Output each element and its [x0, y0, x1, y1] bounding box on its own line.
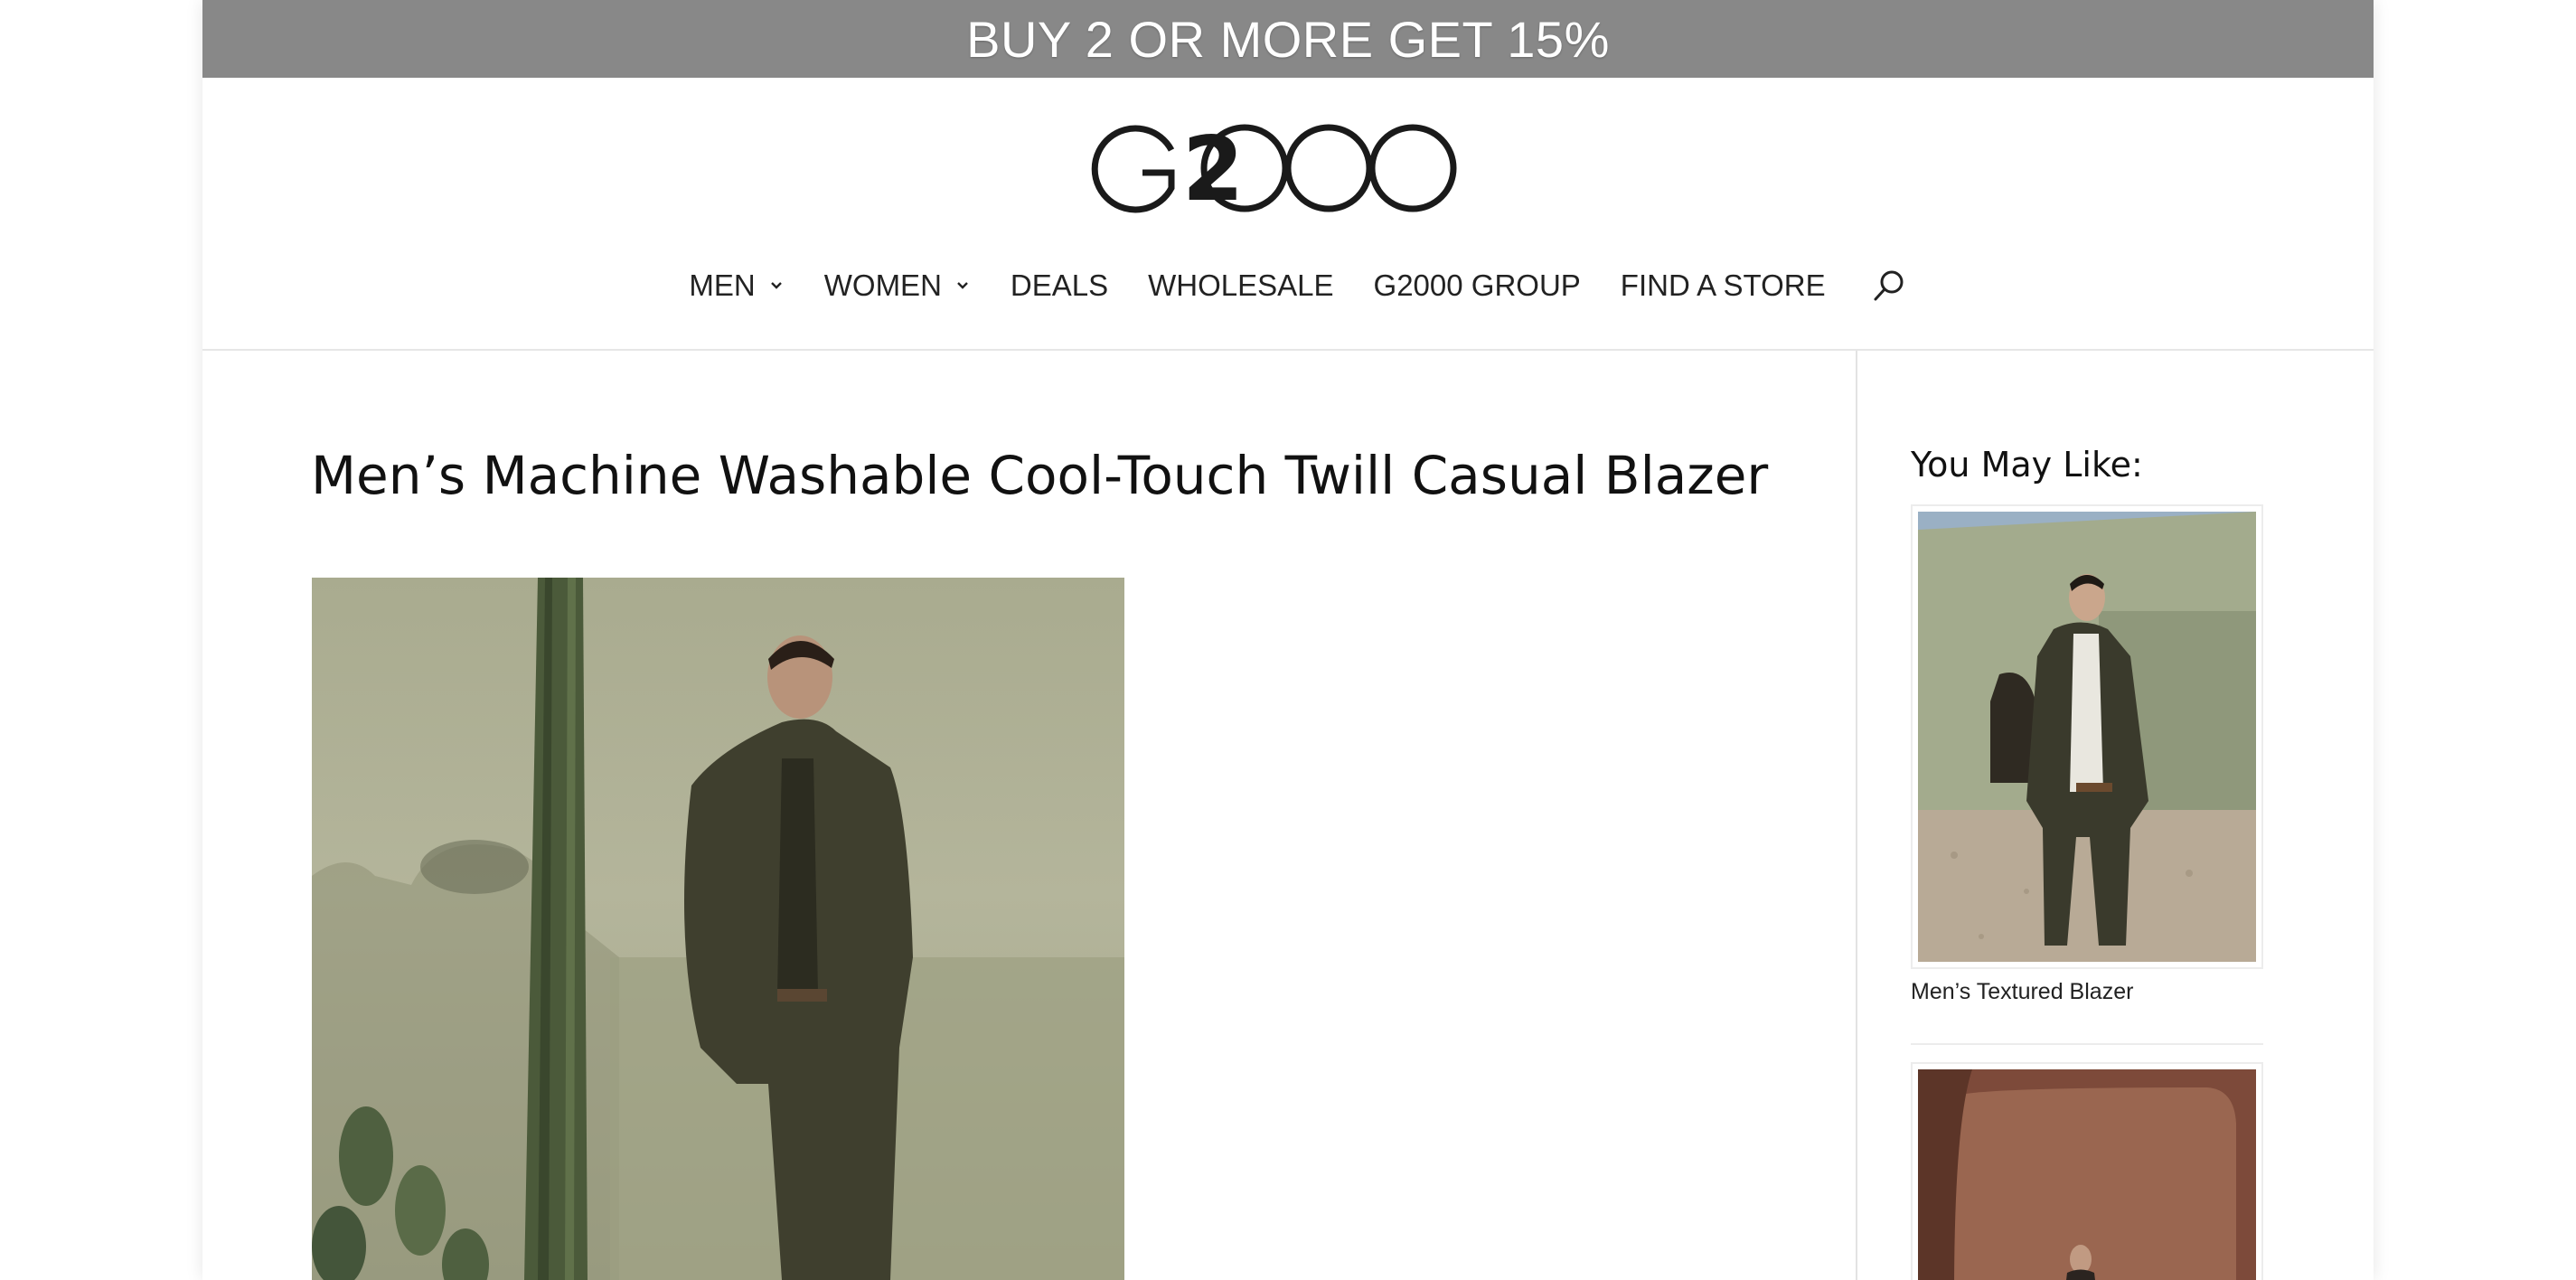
chevron-down-icon	[957, 282, 968, 289]
promo-banner[interactable]: BUY 2 OR MORE GET 15%	[202, 0, 2374, 78]
nav-item-deals[interactable]: DEALS	[1011, 268, 1108, 303]
nav-item-g2000-group[interactable]: G2000 GROUP	[1374, 268, 1581, 303]
related-product-photo	[1918, 1069, 2256, 1280]
product-image[interactable]	[312, 578, 1124, 1280]
nav-item-label: MEN	[689, 268, 756, 302]
nav-item-wholesale[interactable]: WHOLESALE	[1148, 268, 1333, 303]
card-divider	[1911, 1043, 2263, 1045]
nav-item-label: DEALS	[1010, 268, 1109, 302]
nav-item-men[interactable]: MEN	[689, 268, 784, 303]
main-nav: MEN WOMEN DEALS WHOLESALE G2000 GROUP FI…	[202, 268, 2374, 304]
site-header: 2 MEN WOMEN DEALS WHOLESALE G2000 GROUP …	[202, 78, 2374, 351]
related-product-name[interactable]: Men’s Textured Blazer	[1911, 979, 2133, 1005]
product-title: Men’s Machine Washable Cool-Touch Twill …	[311, 445, 1769, 506]
nav-item-label: G2000 GROUP	[1373, 268, 1581, 302]
page: BUY 2 OR MORE GET 15% 2 MEN WOMEN DEALS	[202, 0, 2374, 1280]
sidebar-divider	[1856, 351, 1857, 1280]
chevron-down-icon	[770, 282, 782, 289]
nav-item-find-a-store[interactable]: FIND A STORE	[1621, 268, 1826, 303]
nav-item-label: WOMEN	[823, 268, 942, 302]
related-product-photo	[1918, 512, 2256, 962]
nav-item-women[interactable]: WOMEN	[824, 268, 971, 303]
search-icon[interactable]	[1871, 268, 1907, 304]
sidebar-heading: You May Like:	[1911, 445, 2143, 485]
promo-text: BUY 2 OR MORE GET 15%	[966, 10, 1610, 68]
nav-item-label: FIND A STORE	[1620, 268, 1826, 302]
product-photo	[312, 578, 1124, 1280]
g2000-logo[interactable]: 2	[1088, 123, 1495, 213]
product-main: Men’s Machine Washable Cool-Touch Twill …	[202, 351, 1856, 1280]
related-product-image[interactable]	[1911, 1062, 2263, 1280]
related-product-image[interactable]	[1911, 504, 2263, 969]
svg-text:2: 2	[1182, 123, 1244, 213]
nav-item-label: WHOLESALE	[1148, 268, 1334, 302]
